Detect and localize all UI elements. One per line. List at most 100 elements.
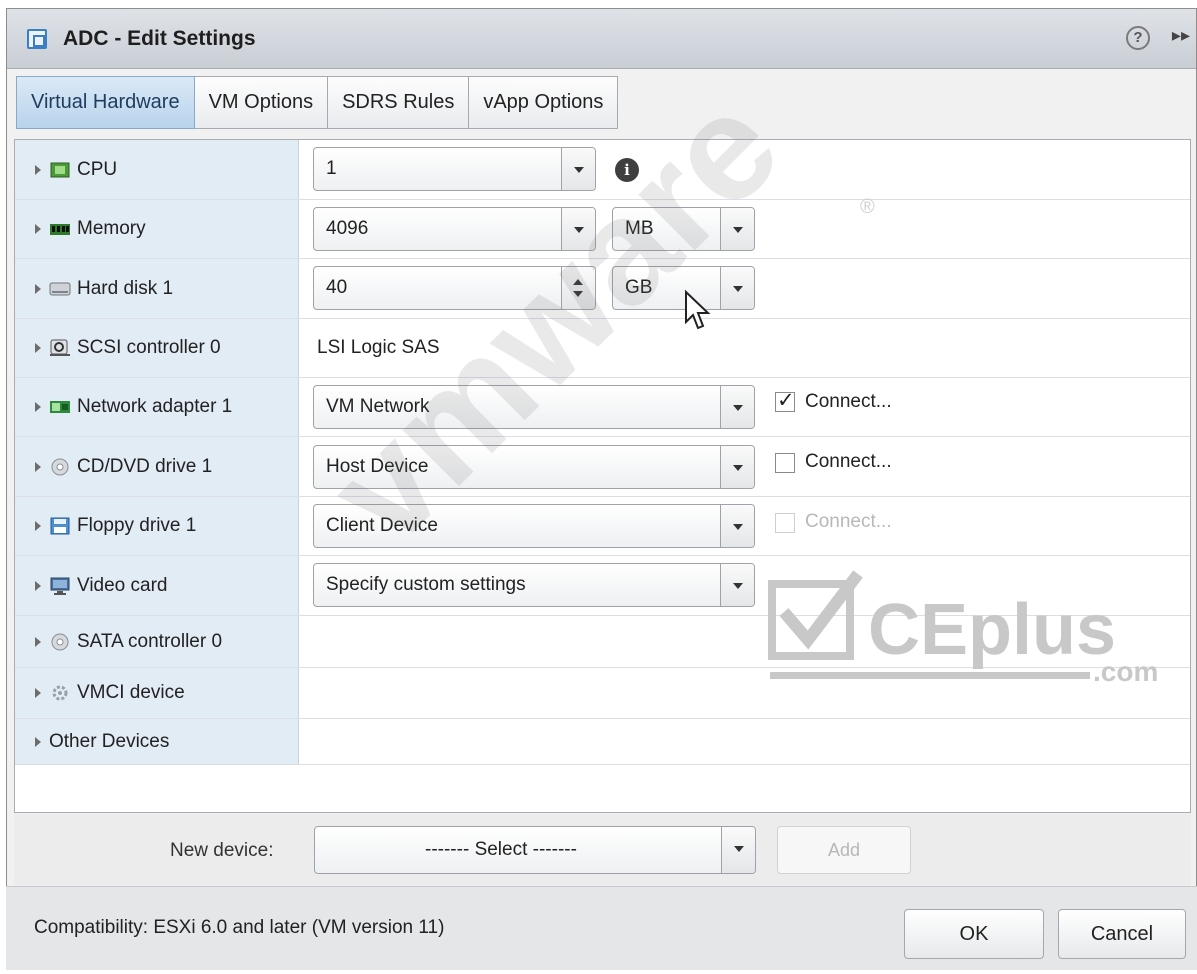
row-label[interactable]: VMCI device bbox=[15, 668, 299, 718]
expand-caret-icon[interactable] bbox=[35, 164, 41, 175]
hardware-row-vmci: VMCI device bbox=[15, 668, 1190, 719]
cddvd-connect-checkbox[interactable] bbox=[775, 453, 795, 473]
expand-caret-icon[interactable] bbox=[35, 343, 41, 353]
network-label: Network adapter 1 bbox=[77, 396, 233, 417]
chevron-down-icon[interactable] bbox=[720, 208, 754, 250]
row-label[interactable]: SCSI controller 0 bbox=[15, 319, 299, 377]
video-value: Specify custom settings bbox=[326, 574, 526, 595]
other-devices-label: Other Devices bbox=[49, 730, 170, 752]
floppy-value: Client Device bbox=[326, 515, 438, 536]
row-label[interactable]: CD/DVD drive 1 bbox=[15, 437, 299, 496]
row-label[interactable]: Other Devices bbox=[15, 719, 299, 764]
hardware-row-hard-disk: Hard disk 1 40 GB bbox=[15, 259, 1190, 319]
row-label[interactable]: Network adapter 1 bbox=[15, 378, 299, 436]
scsi-controller-icon bbox=[50, 339, 70, 356]
hardware-row-cddvd: CD/DVD drive 1 Host Device Connect... bbox=[15, 437, 1190, 497]
row-label[interactable]: CPU bbox=[15, 140, 299, 199]
hardware-row-other: Other Devices bbox=[15, 719, 1190, 765]
vm-icon bbox=[27, 29, 47, 49]
expand-caret-icon[interactable] bbox=[35, 580, 41, 591]
floppy-icon bbox=[50, 517, 70, 535]
memory-icon bbox=[50, 224, 70, 235]
new-device-select-value: ------- Select ------- bbox=[425, 839, 577, 860]
sata-label: SATA controller 0 bbox=[77, 630, 223, 652]
expand-caret-icon[interactable] bbox=[35, 283, 41, 294]
expand-caret-icon[interactable] bbox=[35, 636, 41, 647]
ok-button[interactable]: OK bbox=[904, 909, 1044, 959]
tab-sdrs-rules[interactable]: SDRS Rules bbox=[328, 76, 470, 129]
chevron-down-icon[interactable] bbox=[720, 505, 754, 547]
hardware-row-cpu: CPU 1 i bbox=[15, 140, 1190, 200]
row-label[interactable]: SATA controller 0 bbox=[15, 616, 299, 667]
memory-size-dropdown[interactable]: 4096 bbox=[313, 207, 596, 251]
chevron-down-icon[interactable] bbox=[720, 564, 754, 606]
row-label[interactable]: Video card bbox=[15, 556, 299, 615]
chevron-down-icon[interactable] bbox=[561, 148, 595, 190]
cpu-count-value: 1 bbox=[326, 158, 337, 179]
cddvd-label: CD/DVD drive 1 bbox=[77, 455, 213, 477]
video-settings-dropdown[interactable]: Specify custom settings bbox=[313, 563, 755, 607]
expand-caret-icon[interactable] bbox=[35, 402, 41, 412]
chevron-down-icon[interactable] bbox=[720, 267, 754, 309]
stepper-arrows[interactable] bbox=[561, 267, 595, 309]
expand-caret-icon[interactable] bbox=[35, 224, 41, 234]
vmci-device-icon bbox=[52, 685, 68, 701]
row-label[interactable]: Hard disk 1 bbox=[15, 259, 299, 318]
network-connect-checkbox[interactable] bbox=[775, 388, 795, 413]
cpu-count-dropdown[interactable]: 1 bbox=[313, 147, 596, 191]
vmci-label: VMCI device bbox=[77, 682, 185, 703]
title-bar: ADC - Edit Settings ? ▸▸ bbox=[7, 9, 1196, 69]
row-label[interactable]: Floppy drive 1 bbox=[15, 497, 299, 555]
chevron-down-icon[interactable] bbox=[573, 291, 583, 297]
network-dropdown[interactable]: VM Network bbox=[313, 385, 755, 429]
tab-bar: Virtual Hardware VM Options SDRS Rules v… bbox=[16, 76, 619, 132]
row-label[interactable]: Memory bbox=[15, 200, 299, 258]
cancel-button[interactable]: Cancel bbox=[1058, 909, 1186, 959]
chevron-down-icon[interactable] bbox=[721, 827, 755, 873]
tab-vm-options[interactable]: VM Options bbox=[194, 76, 329, 129]
tab-virtual-hardware[interactable]: Virtual Hardware bbox=[16, 76, 195, 129]
hardware-row-sata: SATA controller 0 bbox=[15, 616, 1190, 668]
hardware-row-scsi: SCSI controller 0 LSI Logic SAS bbox=[15, 319, 1190, 378]
chevron-up-icon[interactable] bbox=[573, 279, 583, 285]
hard-disk-size-value: 40 bbox=[326, 277, 348, 298]
floppy-dropdown[interactable]: Client Device bbox=[313, 504, 755, 548]
floppy-connect-label: Connect... bbox=[805, 511, 892, 532]
scsi-label: SCSI controller 0 bbox=[77, 337, 221, 358]
cddvd-connect-label: Connect... bbox=[805, 451, 892, 472]
memory-label: Memory bbox=[77, 218, 146, 239]
help-icon[interactable]: ? bbox=[1126, 26, 1150, 50]
chevron-down-icon[interactable] bbox=[720, 446, 754, 488]
registered-mark: ® bbox=[860, 196, 875, 218]
network-connect-label: Connect... bbox=[805, 391, 892, 412]
mouse-cursor-icon bbox=[685, 290, 711, 330]
video-label: Video card bbox=[77, 574, 168, 596]
add-device-button[interactable]: Add bbox=[777, 826, 911, 874]
dialog-footer: Compatibility: ESXi 6.0 and later (VM ve… bbox=[6, 886, 1197, 970]
hard-disk-unit-value: GB bbox=[625, 277, 653, 298]
expand-caret-icon[interactable] bbox=[35, 521, 41, 531]
chevron-down-icon[interactable] bbox=[561, 208, 595, 250]
hardware-row-memory: Memory 4096 MB bbox=[15, 200, 1190, 259]
new-device-dropdown[interactable]: ------- Select ------- bbox=[314, 826, 756, 874]
hard-disk-label: Hard disk 1 bbox=[77, 277, 174, 299]
cpu-label: CPU bbox=[77, 158, 118, 180]
cddvd-dropdown[interactable]: Host Device bbox=[313, 445, 755, 489]
network-adapter-icon bbox=[50, 401, 70, 413]
expand-caret-icon[interactable] bbox=[35, 736, 41, 747]
expand-caret-icon[interactable] bbox=[35, 461, 41, 472]
info-icon[interactable]: i bbox=[615, 158, 639, 182]
chevron-down-icon[interactable] bbox=[720, 386, 754, 428]
memory-size-value: 4096 bbox=[326, 218, 369, 239]
hardware-row-floppy: Floppy drive 1 Client Device Connect... bbox=[15, 497, 1190, 556]
expand-icon[interactable]: ▸▸ bbox=[1172, 25, 1190, 46]
floppy-connect-checkbox bbox=[775, 513, 795, 533]
hard-disk-size-stepper[interactable]: 40 bbox=[313, 266, 596, 310]
memory-unit-dropdown[interactable]: MB bbox=[612, 207, 755, 251]
floppy-label: Floppy drive 1 bbox=[77, 515, 197, 536]
expand-caret-icon[interactable] bbox=[35, 688, 41, 698]
network-value: VM Network bbox=[326, 396, 430, 417]
tab-vapp-options[interactable]: vApp Options bbox=[469, 76, 619, 129]
new-device-label: New device: bbox=[170, 840, 274, 861]
hard-disk-icon bbox=[49, 282, 71, 295]
